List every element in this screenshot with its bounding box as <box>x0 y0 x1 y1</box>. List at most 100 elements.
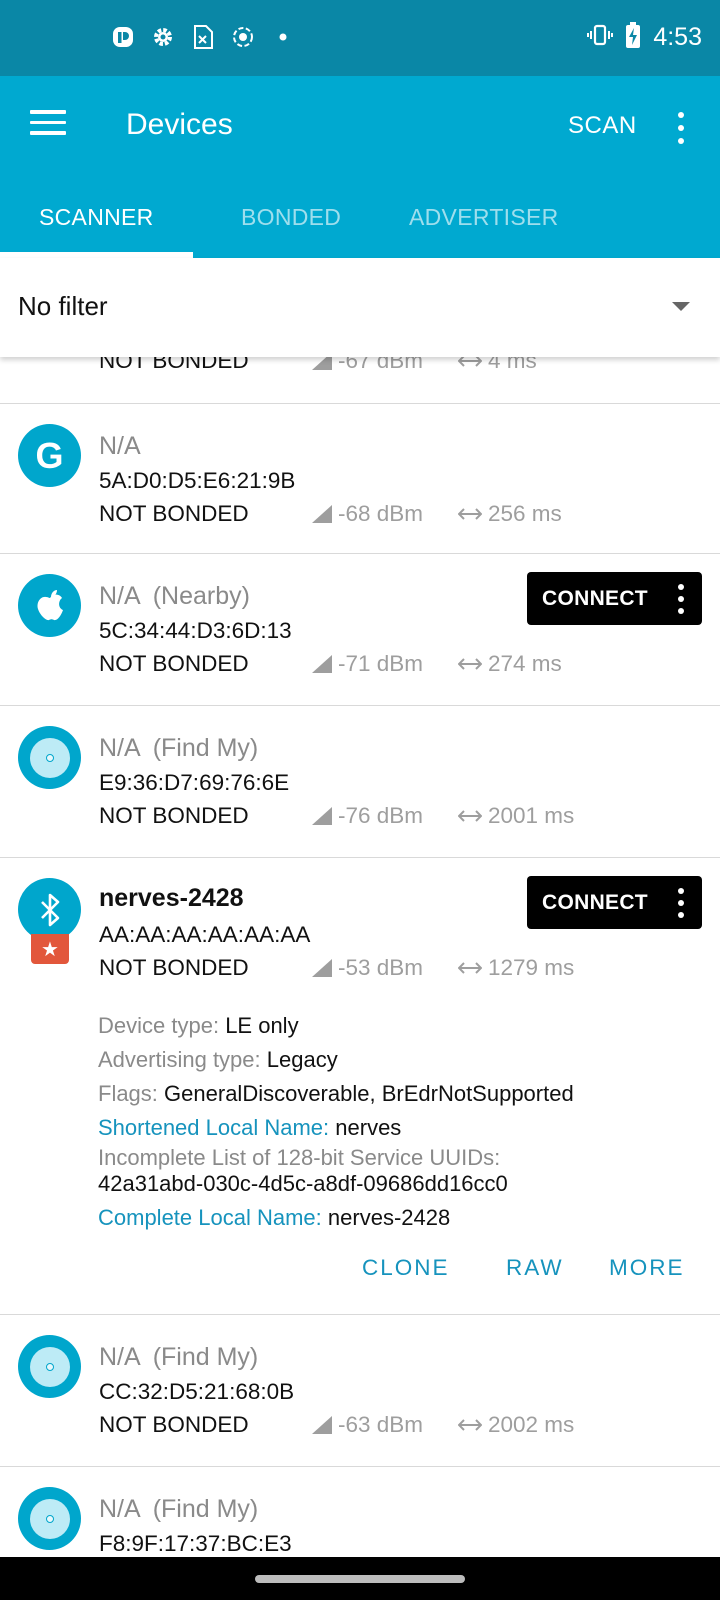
home-gesture-handle[interactable] <box>255 1575 465 1583</box>
dropdown-caret-icon <box>672 302 690 311</box>
list-item[interactable]: NOT BONDED -67 dBm 4 ms <box>0 357 720 404</box>
interval-value: 2001 ms <box>488 803 575 828</box>
interval: 256 ms <box>458 501 562 527</box>
interval-arrows-icon <box>458 962 482 974</box>
detail-complete-name: Complete Local Name: nerves-2428 <box>98 1205 451 1230</box>
notification-icons <box>110 24 296 50</box>
detail-service-uuids: Incomplete List of 128-bit Service UUIDs… <box>98 1145 508 1196</box>
signal-icon <box>312 655 332 673</box>
clone-button[interactable]: CLONE <box>362 1255 450 1281</box>
interval-arrows-icon <box>458 357 482 367</box>
tab-scanner[interactable]: SCANNER <box>39 204 154 231</box>
vibrate-icon <box>587 23 614 52</box>
device-list[interactable]: NOT BONDED -67 dBm 4 ms G N/A 5A:D0:D5:E… <box>0 357 720 1557</box>
detail-flags: Flags: GeneralDiscoverable, BrEdrNotSupp… <box>98 1081 574 1106</box>
status-right: 4:53 <box>587 22 702 53</box>
interval-value: 274 ms <box>488 651 562 676</box>
device-row[interactable]: N/A (Find My) F8:9F:17:37:BC:E3 <box>0 1468 720 1557</box>
signal-icon <box>312 357 332 370</box>
status-bar: 4:53 <box>0 0 720 76</box>
device-address: CC:32:D5:21:68:0B <box>99 1379 295 1404</box>
overflow-menu-icon[interactable] <box>670 108 692 148</box>
advertising-details: Device type: LE only Advertising type: L… <box>98 1009 574 1235</box>
rssi: -71 dBm <box>312 651 423 677</box>
more-notifications-dot-icon <box>270 24 296 50</box>
interval-value: 4 ms <box>488 357 537 373</box>
device-address: 5C:34:44:D3:6D:13 <box>99 618 292 643</box>
signal-icon <box>312 959 332 977</box>
interval: 274 ms <box>458 651 562 677</box>
device-name: N/A (Find My) <box>99 1343 258 1372</box>
connect-button[interactable]: CONNECT <box>527 876 702 929</box>
connect-more-icon[interactable] <box>678 584 684 614</box>
interval-arrows-icon <box>458 658 482 670</box>
more-button[interactable]: MORE <box>609 1255 685 1281</box>
device-name: N/A (Nearby) <box>99 582 250 611</box>
clock: 4:53 <box>653 23 702 51</box>
rssi: -76 dBm <box>312 803 423 829</box>
rssi: -53 dBm <box>312 955 423 981</box>
device-name-text: N/A <box>99 1495 141 1523</box>
findmy-icon <box>18 726 81 789</box>
battery-charging-icon <box>625 22 641 53</box>
interval: 2002 ms <box>458 1412 574 1438</box>
bond-status: NOT BONDED <box>99 501 249 526</box>
device-row-expanded[interactable]: ★ nerves-2428 AA:AA:AA:AA:AA:AA NOT BOND… <box>0 859 720 1315</box>
rssi: -63 dBm <box>312 1412 423 1438</box>
rssi-value: -53 dBm <box>338 955 424 980</box>
bond-status: NOT BONDED <box>99 357 249 373</box>
device-row[interactable]: G N/A 5A:D0:D5:E6:21:9B NOT BONDED -68 d… <box>0 405 720 554</box>
connect-more-icon[interactable] <box>678 888 684 918</box>
system-navigation-bar <box>0 1557 720 1600</box>
connect-button[interactable]: CONNECT <box>527 572 702 625</box>
filter-label: No filter <box>18 291 108 321</box>
connect-label: CONNECT <box>542 890 648 914</box>
app-notification-icon <box>110 24 136 50</box>
device-name: N/A (Find My) <box>99 1495 258 1524</box>
detail-shortened-name: Shortened Local Name: nerves <box>98 1115 402 1140</box>
device-row[interactable]: N/A (Find My) CC:32:D5:21:68:0B NOT BONDE… <box>0 1316 720 1467</box>
interval: 4 ms <box>458 357 537 374</box>
tab-bonded[interactable]: BONDED <box>241 204 341 231</box>
device-address: AA:AA:AA:AA:AA:AA <box>99 922 311 947</box>
rssi-value: -71 dBm <box>338 651 424 676</box>
interval-value: 1279 ms <box>488 955 575 980</box>
signal-icon <box>312 505 332 523</box>
interval-arrows-icon <box>458 508 482 520</box>
sim-card-icon <box>190 24 216 50</box>
screen-record-icon <box>230 24 256 50</box>
scan-button[interactable]: SCAN <box>568 112 637 140</box>
device-name-extra: (Nearby) <box>152 582 250 610</box>
interval-value: 256 ms <box>488 501 562 526</box>
bluetooth-icon <box>18 878 81 941</box>
interval-value: 2002 ms <box>488 1412 575 1437</box>
signal-icon <box>312 1416 332 1434</box>
interval-arrows-icon <box>458 810 482 822</box>
findmy-icon <box>18 1335 81 1398</box>
detail-device-type: Device type: LE only <box>98 1013 299 1038</box>
rssi-value: -63 dBm <box>338 1412 424 1437</box>
device-name-extra: (Find My) <box>152 1343 259 1371</box>
rssi-value: -67 dBm <box>338 357 424 373</box>
device-address: 5A:D0:D5:E6:21:9B <box>99 468 296 493</box>
device-row[interactable]: N/A (Find My) E9:36:D7:69:76:6E NOT BONDE… <box>0 707 720 858</box>
device-name: N/A <box>99 432 141 460</box>
bond-status: NOT BONDED <box>99 803 249 828</box>
tab-advertiser[interactable]: ADVERTISER <box>409 204 559 231</box>
raw-button[interactable]: RAW <box>506 1255 564 1281</box>
detail-advertising-type: Advertising type: Legacy <box>98 1047 338 1072</box>
bond-status: NOT BONDED <box>99 955 249 980</box>
apple-icon <box>18 574 81 637</box>
device-name-extra: (Find My) <box>152 1495 259 1523</box>
tab-bar: SCANNER BONDED ADVERTISER <box>0 176 720 258</box>
interval: 1279 ms <box>458 955 574 981</box>
filter-dropdown[interactable]: No filter <box>0 258 720 357</box>
rssi-value: -76 dBm <box>338 803 424 828</box>
device-row[interactable]: N/A (Nearby) 5C:34:44:D3:6D:13 NOT BONDED… <box>0 555 720 706</box>
rssi: -67 dBm <box>312 357 423 374</box>
findmy-icon <box>18 1487 81 1550</box>
app-bar: Devices SCAN <box>0 76 720 176</box>
device-name: N/A (Find My) <box>99 734 258 763</box>
menu-hamburger-icon[interactable] <box>30 110 66 140</box>
device-name-extra: (Find My) <box>152 734 259 762</box>
